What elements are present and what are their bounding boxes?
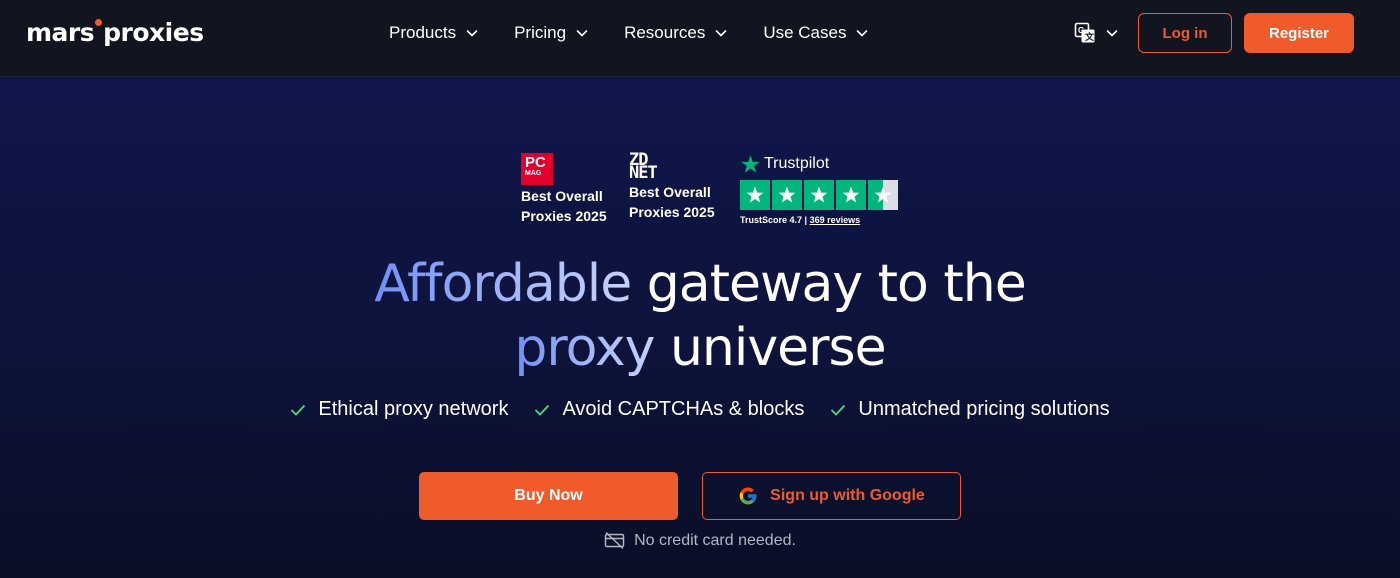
login-button[interactable]: Log in [1138,13,1232,53]
language-selector[interactable]: G 文 [1074,21,1118,45]
chevron-down-icon [856,29,869,37]
nav-use-cases[interactable]: Use Cases [763,22,869,44]
pcmag-logo: PC MAG [521,153,553,185]
award-pcmag-line2: Proxies 2025 [521,208,607,224]
chevron-down-icon [466,29,478,37]
buy-now-button[interactable]: Buy Now [419,472,678,520]
nav-pricing[interactable]: Pricing [514,22,588,44]
translate-icon: G 文 [1074,22,1095,43]
zdnet-logo: ZD NET [629,152,715,183]
trustpilot-rating-stars [740,180,900,210]
chevron-down-icon [1106,29,1118,37]
nav-pricing-label: Pricing [514,23,567,42]
top-navigation-bar: mars proxies Products Pricing Resources U… [0,0,1400,77]
award-zdnet: ZD NET Best Overall Proxies 2025 [629,152,715,222]
check-icon [535,404,550,416]
nav-products-label: Products [389,23,457,42]
google-signup-button[interactable]: Sign up with Google [702,472,961,520]
hero-title-highlight-2: proxy [514,318,655,378]
feature-label: Ethical proxy network [318,398,509,420]
nav-products[interactable]: Products [389,22,478,44]
google-signup-label: Sign up with Google [770,487,925,504]
pcmag-logo-pc: PC [525,154,546,171]
award-zdnet-line1: Best Overall [629,184,711,200]
hero-title: Affordable gateway to the proxy universe [0,252,1400,380]
hero-title-highlight-1: Affordable [374,254,632,314]
no-credit-card-note: No credit card needed. [0,531,1400,550]
trustpilot-score: TrustScore 4.7 | 369 reviews [740,215,900,225]
star-half-icon [868,180,898,210]
trustpilot-label: Trustpilot [764,155,830,172]
google-icon [739,487,757,505]
trustpilot-widget[interactable]: Trustpilot TrustScore 4.7 | 369 reviews [740,152,900,225]
marsproxies-logo[interactable]: mars proxies [26,18,204,47]
star-icon [772,180,802,210]
chevron-down-icon [715,29,727,37]
nav-resources[interactable]: Resources [624,22,727,44]
feature-label: Avoid CAPTCHAs & blocks [562,398,805,420]
no-credit-card-icon [604,531,625,550]
zdnet-logo-net: NET [629,163,658,183]
logo-text-mars: mars [26,18,95,47]
award-zdnet-line2: Proxies 2025 [629,204,715,220]
trustscore-separator: | [804,215,808,225]
feature-label: Unmatched pricing solutions [858,398,1110,420]
chevron-down-icon [576,29,588,37]
svg-text:文: 文 [1084,31,1095,43]
star-icon [740,180,770,210]
star-icon [804,180,834,210]
star-icon [836,180,866,210]
svg-text:G: G [1078,26,1084,35]
hero-title-rest-1: gateway to the [646,254,1027,314]
trustpilot-reviews-link[interactable]: 369 reviews [810,215,861,225]
nav-resources-label: Resources [624,23,706,42]
feature-item: Unmatched pricing solutions [830,398,1110,421]
pcmag-logo-mag: MAG [525,170,542,177]
trustpilot-brand: Trustpilot [740,152,900,176]
check-icon [291,404,306,416]
trustpilot-star-icon [741,154,760,173]
nav-use-cases-label: Use Cases [763,23,847,42]
logo-dot [95,19,103,26]
main-nav: Products Pricing Resources Use Cases [389,22,904,44]
logo-text-proxies: proxies [103,18,204,47]
check-icon [831,404,846,416]
hero-title-rest-2: universe [669,318,887,378]
award-pcmag-line1: Best Overall [521,188,603,204]
register-button[interactable]: Register [1244,13,1354,53]
award-pcmag: PC MAG Best Overall Proxies 2025 [521,153,607,226]
feature-item: Ethical proxy network [290,398,508,421]
feature-item: Avoid CAPTCHAs & blocks [534,398,804,421]
feature-list: Ethical proxy network Avoid CAPTCHAs & b… [0,398,1400,421]
no-credit-card-text: No credit card needed. [634,531,796,549]
trustscore-label: TrustScore 4.7 [740,215,803,225]
